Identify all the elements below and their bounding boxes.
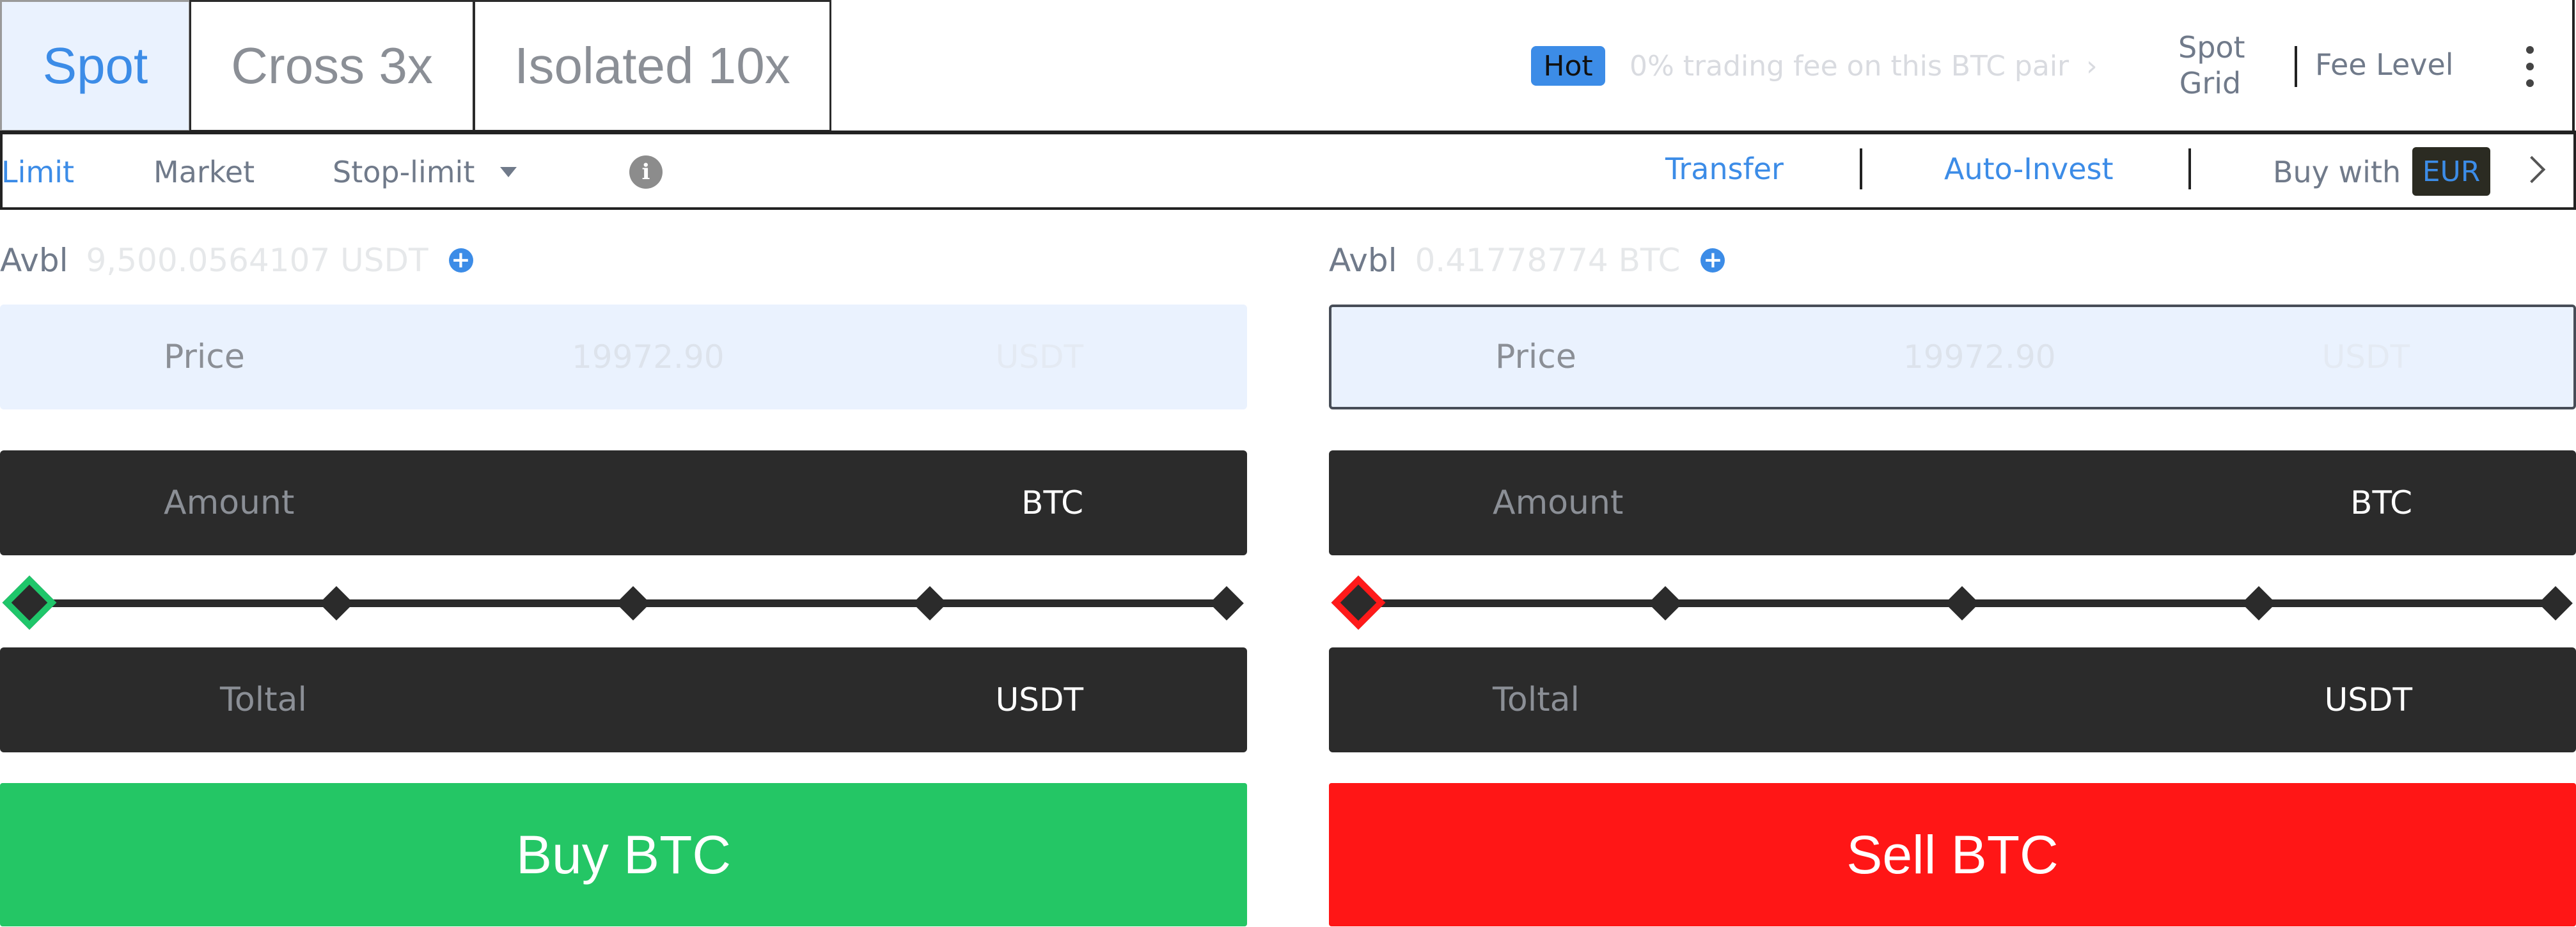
avbl-label: Avbl	[1329, 242, 1397, 279]
slider-step-100[interactable]	[1209, 586, 1244, 621]
kebab-dot	[2526, 46, 2534, 54]
slider-step-50[interactable]	[616, 586, 650, 621]
buy-amount-field[interactable]: Amount BTC	[0, 450, 1247, 555]
avbl-value: 0.41778774 BTC	[1415, 242, 1681, 279]
transfer-link[interactable]: Transfer	[1665, 131, 1784, 207]
spot-grid-label-line1: Spot	[2178, 30, 2245, 65]
sell-total-field[interactable]: Toltal USDT	[1329, 647, 2576, 752]
auto-invest-link[interactable]: Auto-Invest	[1944, 131, 2114, 207]
slider-step-75[interactable]	[913, 586, 947, 621]
kebab-dot	[2526, 79, 2534, 87]
slider-handle[interactable]	[2, 575, 57, 630]
slider-step-100[interactable]	[2538, 586, 2573, 621]
add-funds-icon[interactable]: +	[1700, 248, 1725, 273]
avbl-value: 9,500.0564107 USDT	[86, 242, 428, 279]
amount-unit: BTC	[1021, 484, 1083, 521]
stop-limit-label: Stop-limit	[333, 155, 475, 189]
order-type-market[interactable]: Market	[153, 134, 255, 210]
chevron-right-icon[interactable]: ›	[2086, 46, 2098, 86]
price-input[interactable]: 19972.90	[572, 305, 725, 409]
header-separator	[2295, 46, 2297, 87]
slider-step-25[interactable]	[1648, 586, 1683, 621]
total-unit: USDT	[995, 681, 1083, 718]
price-unit: USDT	[2321, 338, 2410, 376]
total-label: Toltal	[220, 681, 307, 719]
price-label: Price	[164, 338, 245, 376]
amount-label: Amount	[164, 484, 295, 522]
sell-amount-slider[interactable]	[1329, 571, 2576, 635]
order-type-limit[interactable]: Limit	[1, 134, 74, 210]
slider-step-75[interactable]	[2242, 586, 2276, 621]
slider-step-25[interactable]	[319, 586, 354, 621]
kebab-dot	[2526, 63, 2534, 70]
total-unit: USDT	[2324, 681, 2412, 718]
buy-btc-button[interactable]: Buy BTC	[0, 783, 1247, 926]
price-input[interactable]: 19972.90	[1903, 307, 2056, 407]
avbl-label: Avbl	[0, 242, 68, 279]
spot-grid-label-line2: Grid	[2179, 66, 2242, 100]
toolbar-separator	[1860, 148, 1862, 189]
slider-handle[interactable]	[1331, 575, 1386, 630]
price-label: Price	[1495, 338, 1576, 376]
fee-level-link[interactable]: Fee Level	[2315, 45, 2454, 84]
slider-step-50[interactable]	[1945, 586, 1979, 621]
tab-cross-3x[interactable]: Cross 3x	[189, 0, 475, 132]
total-label: Toltal	[1493, 681, 1580, 719]
currency-select[interactable]: EUR	[2412, 147, 2490, 196]
caret-down-icon	[500, 167, 517, 177]
add-funds-icon[interactable]: +	[448, 248, 473, 273]
buy-price-field[interactable]: Price 19972.90 USDT	[0, 305, 1247, 409]
order-type-stop-limit[interactable]: Stop-limit	[333, 134, 517, 210]
amount-unit: BTC	[2350, 484, 2412, 521]
hot-badge: Hot	[1531, 46, 1605, 86]
sell-price-field[interactable]: Price 19972.90 USDT	[1329, 305, 2576, 409]
info-icon[interactable]: i	[629, 155, 663, 189]
buy-total-field[interactable]: Toltal USDT	[0, 647, 1247, 752]
header-right-border	[2572, 0, 2575, 133]
sell-btc-button[interactable]: Sell BTC	[1329, 783, 2576, 926]
buy-amount-slider[interactable]	[0, 571, 1247, 635]
amount-label: Amount	[1493, 484, 1624, 522]
tab-spot[interactable]: Spot	[0, 0, 191, 132]
tab-isolated-10x[interactable]: Isolated 10x	[473, 0, 831, 132]
sell-amount-field[interactable]: Amount BTC	[1329, 450, 2576, 555]
kebab-menu-icon[interactable]	[2522, 46, 2538, 87]
price-unit: USDT	[995, 338, 1083, 376]
sell-available-balance: Avbl 0.41778774 BTC +	[1329, 238, 1725, 283]
spot-grid-link[interactable]: Spot Grid	[2178, 29, 2245, 101]
promo-link[interactable]: 0% trading fee on this BTC pair	[1630, 46, 2069, 86]
toolbar-separator	[2188, 148, 2191, 189]
buy-available-balance: Avbl 9,500.0564107 USDT +	[0, 238, 473, 283]
buy-with-label: Buy with	[2273, 155, 2401, 189]
